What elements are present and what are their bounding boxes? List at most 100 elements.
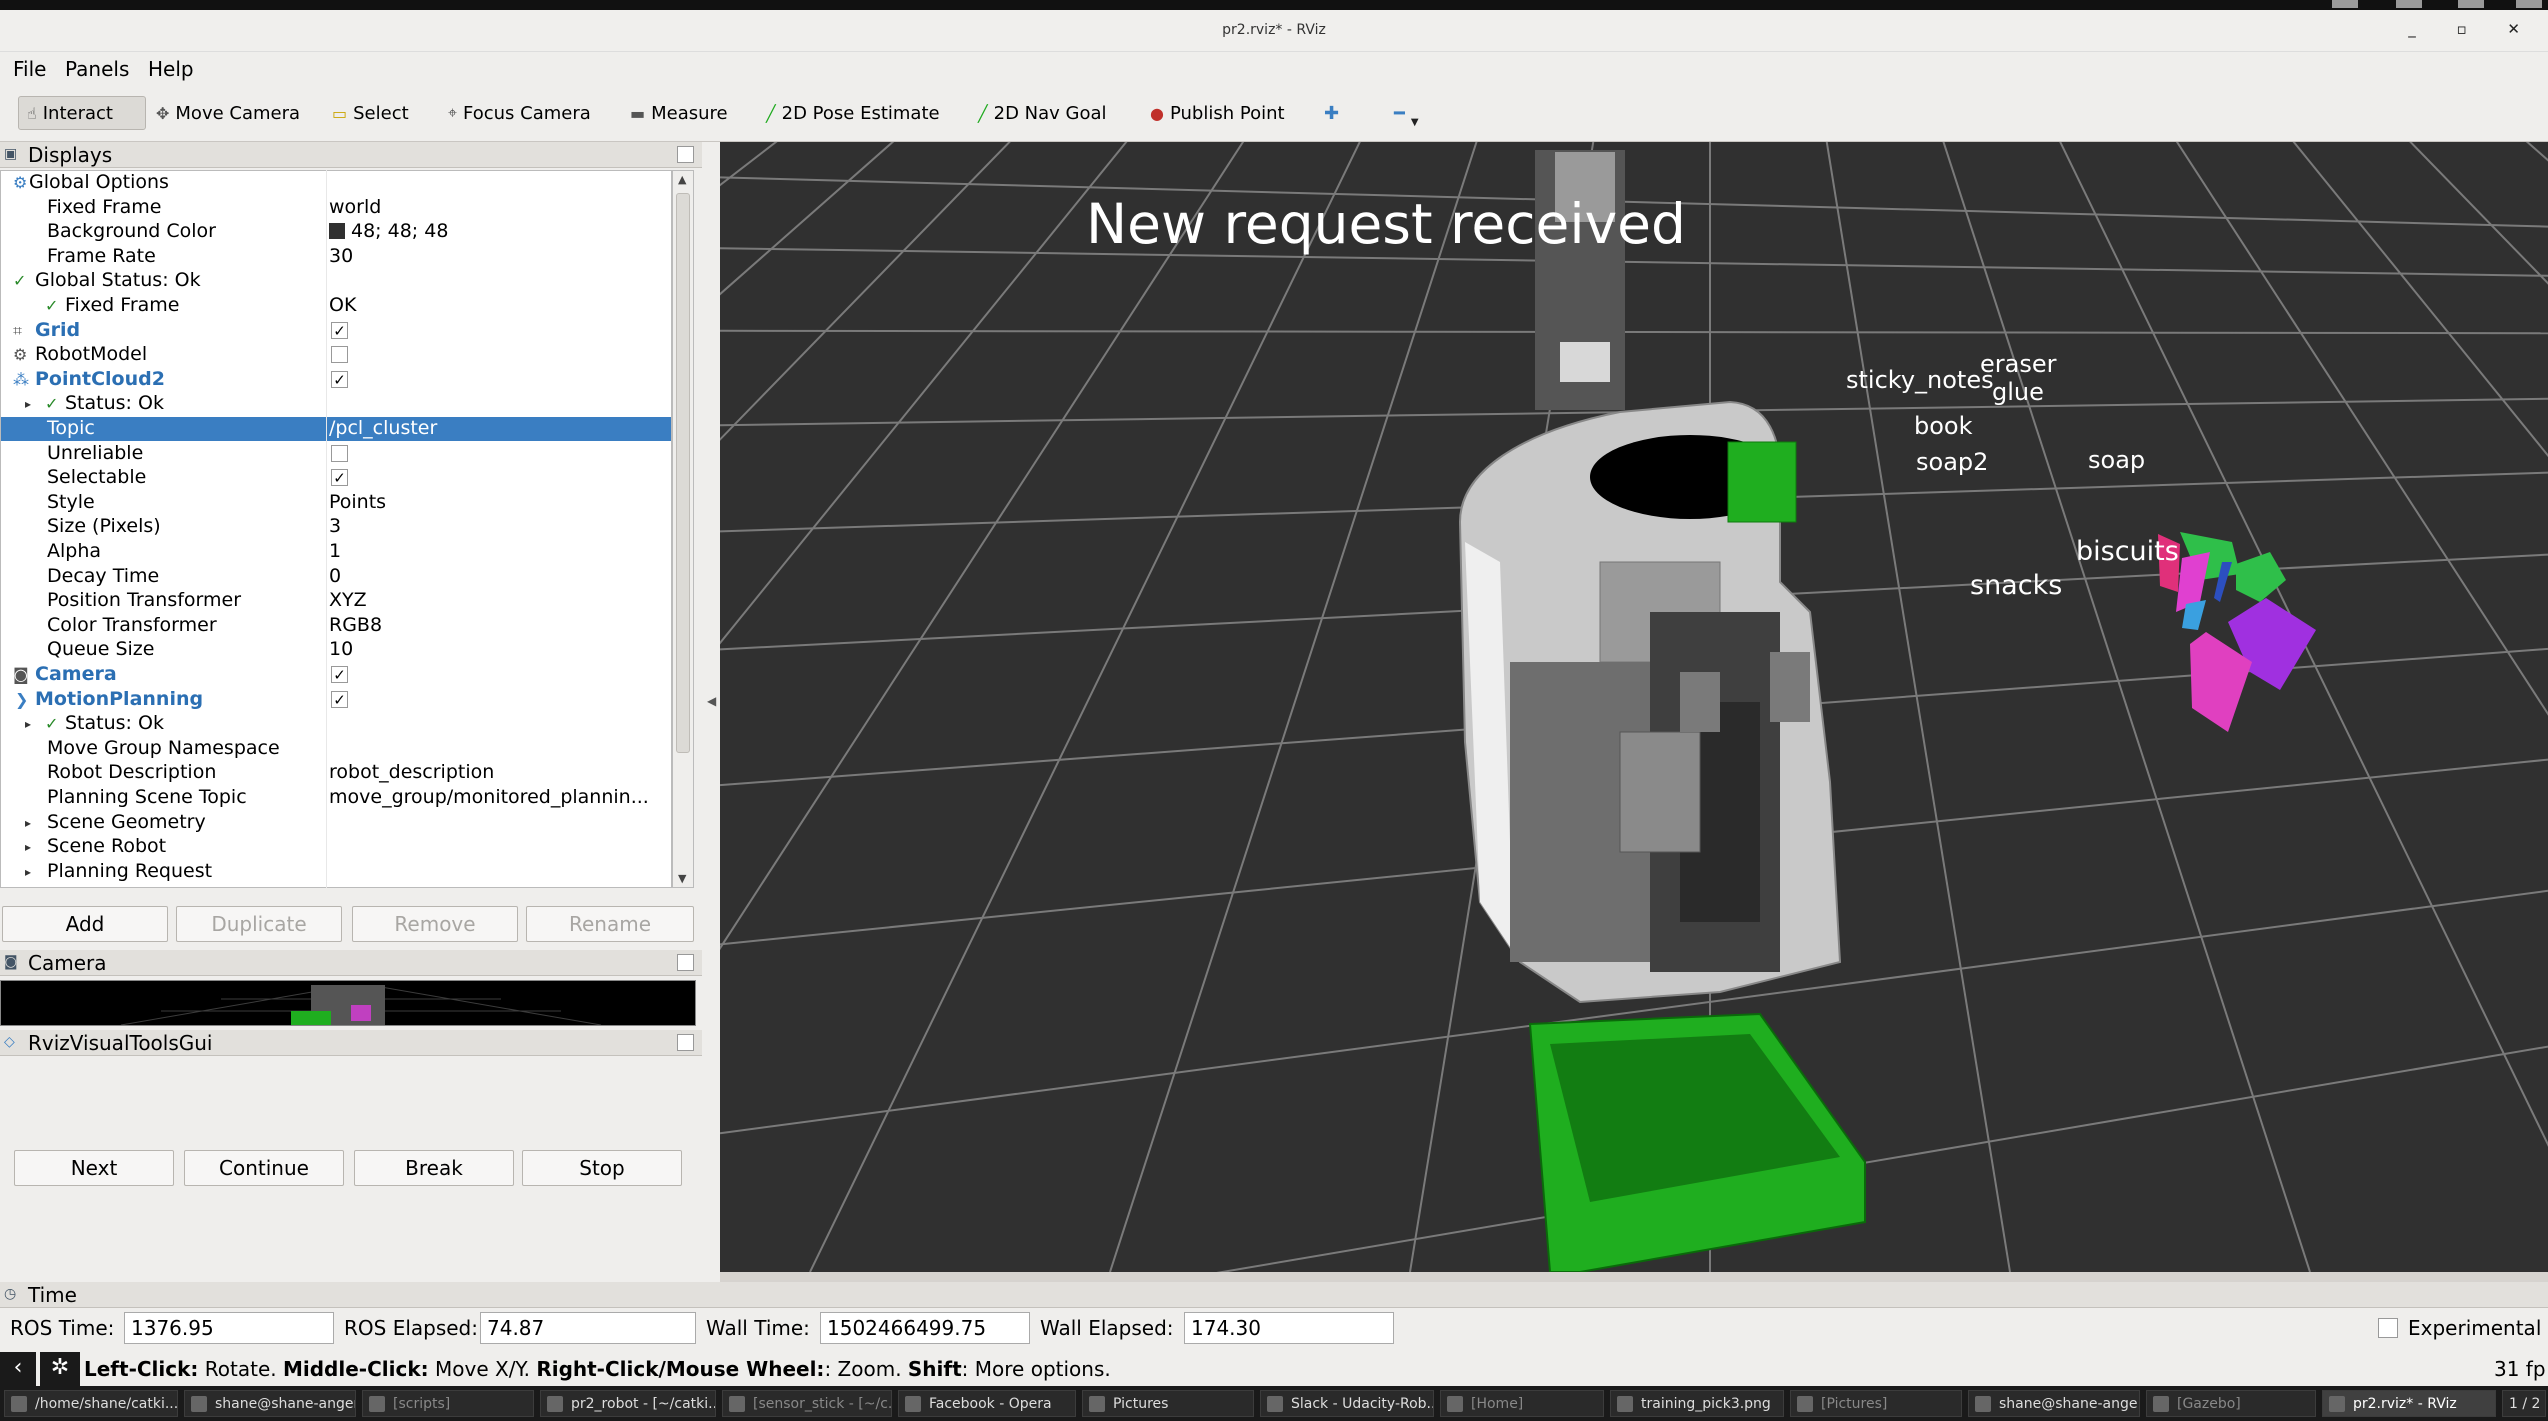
- experimental-checkbox[interactable]: [2378, 1318, 2398, 1338]
- display-checkbox[interactable]: [331, 444, 348, 462]
- display-row[interactable]: ◙ Camera ✓: [1, 663, 671, 687]
- taskbar-item[interactable]: Facebook - Opera: [898, 1390, 1076, 1417]
- display-row[interactable]: ⚙ Global Options: [1, 171, 671, 195]
- interact-tool[interactable]: ☝ Interact: [18, 96, 146, 130]
- display-row[interactable]: Color Transformer RGB8: [1, 614, 671, 638]
- display-row-value[interactable]: 30: [329, 245, 353, 267]
- taskbar-item[interactable]: pr2_robot - [~/catki...: [540, 1390, 716, 1417]
- expand-arrow-icon[interactable]: ▸: [25, 717, 31, 731]
- taskbar-item[interactable]: Slack - Udacity-Rob...: [1260, 1390, 1434, 1417]
- display-row-value[interactable]: 3: [329, 515, 341, 537]
- display-row[interactable]: ▸ ✓ Status: Ok: [1, 712, 671, 736]
- stop-button[interactable]: Stop: [522, 1150, 682, 1186]
- wall-time-field[interactable]: 1502466499.75: [820, 1312, 1030, 1344]
- collapse-arrow-icon[interactable]: ◀: [707, 694, 716, 708]
- taskbar-item[interactable]: pr2.rviz* - RViz: [2322, 1390, 2496, 1417]
- continue-button[interactable]: Continue: [184, 1150, 344, 1186]
- duplicate-display-button[interactable]: Duplicate: [176, 906, 342, 942]
- display-row[interactable]: Decay Time 0: [1, 565, 671, 589]
- display-row[interactable]: ⁂ PointCloud2 ✓: [1, 368, 671, 392]
- back-icon[interactable]: ‹: [0, 1352, 36, 1386]
- taskbar-item[interactable]: [scripts]: [362, 1390, 534, 1417]
- display-row[interactable]: Move Group Namespace: [1, 737, 671, 761]
- panel-splitter[interactable]: ◀: [702, 142, 720, 1282]
- display-checkbox[interactable]: ✓: [331, 370, 348, 388]
- display-row[interactable]: Frame Rate 30: [1, 245, 671, 269]
- scroll-down-icon[interactable]: ▼: [678, 872, 686, 885]
- next-button[interactable]: Next: [14, 1150, 174, 1186]
- pose-estimate-tool[interactable]: ╱ 2D Pose Estimate: [758, 96, 948, 130]
- display-row[interactable]: Selectable ✓: [1, 466, 671, 490]
- display-row[interactable]: Robot Description robot_description: [1, 761, 671, 785]
- expand-arrow-icon[interactable]: ▸: [25, 816, 31, 830]
- display-row[interactable]: ▸ Scene Geometry: [1, 811, 671, 835]
- taskbar-item[interactable]: [Pictures]: [1790, 1390, 1962, 1417]
- menu-panels[interactable]: Panels: [65, 57, 129, 81]
- display-row-value[interactable]: 48; 48; 48: [329, 220, 448, 242]
- display-row-value[interactable]: robot_description: [329, 761, 494, 783]
- taskbar-item[interactable]: [Gazebo]: [2146, 1390, 2316, 1417]
- move-camera-tool[interactable]: ✥ Move Camera: [148, 96, 308, 130]
- menu-help[interactable]: Help: [148, 57, 194, 81]
- display-checkbox[interactable]: [331, 346, 348, 364]
- display-row[interactable]: Size (Pixels) 3: [1, 515, 671, 539]
- display-row[interactable]: ⌗ Grid ✓: [1, 319, 671, 343]
- display-row[interactable]: Background Color 48; 48; 48: [1, 220, 671, 244]
- display-row[interactable]: ✓ Fixed Frame OK: [1, 294, 671, 318]
- taskbar-item[interactable]: /home/shane/catki...: [4, 1390, 178, 1417]
- menu-file[interactable]: File: [13, 57, 46, 81]
- display-row-value[interactable]: move_group/monitored_plannin...: [329, 786, 649, 808]
- display-row[interactable]: ▸ Planning Request: [1, 860, 671, 884]
- measure-tool[interactable]: ▬ Measure: [622, 96, 736, 130]
- display-checkbox[interactable]: ✓: [331, 690, 348, 708]
- 3d-viewport[interactable]: New request received sticky_notes eraser…: [720, 142, 2548, 1272]
- taskbar-item[interactable]: [sensor_stick - [~/c...: [722, 1390, 892, 1417]
- ros-time-field[interactable]: 1376.95: [124, 1312, 334, 1344]
- expand-arrow-icon[interactable]: ▸: [25, 397, 31, 411]
- taskbar-item[interactable]: 1 / 2: [2502, 1390, 2546, 1417]
- taskbar-item[interactable]: training_pick3.png: [1610, 1390, 1784, 1417]
- display-row-value[interactable]: Points: [329, 491, 386, 513]
- display-row[interactable]: ✓ Global Status: Ok: [1, 269, 671, 293]
- color-swatch[interactable]: [329, 223, 345, 240]
- window-titlebar[interactable]: pr2.rviz* - RViz _ ▫ ✕: [0, 10, 2548, 52]
- display-row[interactable]: Planning Scene Topic move_group/monitored…: [1, 786, 671, 810]
- display-checkbox[interactable]: ✓: [331, 321, 348, 339]
- display-row[interactable]: ▸Planning Metrics: [1, 884, 671, 887]
- expand-arrow-icon[interactable]: ▸: [25, 840, 31, 854]
- undock-button[interactable]: [677, 146, 694, 163]
- add-tool-button[interactable]: ✚: [1316, 96, 1347, 130]
- tree-scrollbar[interactable]: ▲ ▼: [672, 170, 694, 888]
- window-controls[interactable]: _ ▫ ✕: [2408, 20, 2538, 38]
- rename-display-button[interactable]: Rename: [526, 906, 694, 942]
- display-row[interactable]: Unreliable: [1, 442, 671, 466]
- display-row[interactable]: ▸ ✓ Status: Ok: [1, 392, 671, 416]
- expand-arrow-icon[interactable]: ▸: [25, 865, 31, 879]
- break-button[interactable]: Break: [354, 1150, 514, 1186]
- display-row[interactable]: Style Points: [1, 491, 671, 515]
- display-row-value[interactable]: RGB8: [329, 614, 382, 636]
- wall-elapsed-field[interactable]: 174.30: [1184, 1312, 1394, 1344]
- select-tool[interactable]: ▭ Select: [324, 96, 417, 130]
- display-row-value[interactable]: 0: [329, 565, 341, 587]
- display-row-value[interactable]: world: [329, 196, 381, 218]
- focus-camera-tool[interactable]: ⌖ Focus Camera: [440, 96, 599, 130]
- display-row-value[interactable]: 10: [329, 638, 353, 660]
- ros-elapsed-field[interactable]: 74.87: [480, 1312, 696, 1344]
- display-row-value[interactable]: XYZ: [329, 589, 367, 611]
- taskbar-item[interactable]: shane@shane-ange...: [1968, 1390, 2140, 1417]
- taskbar-item[interactable]: shane@shane-anger...: [184, 1390, 356, 1417]
- taskbar-item[interactable]: Pictures: [1082, 1390, 1254, 1417]
- display-row-value[interactable]: 1: [329, 540, 341, 562]
- display-checkbox[interactable]: ✓: [331, 469, 348, 487]
- undock-button[interactable]: [677, 954, 694, 971]
- publish-point-tool[interactable]: ● Publish Point: [1142, 96, 1293, 130]
- remove-display-button[interactable]: Remove: [352, 906, 518, 942]
- gear-icon[interactable]: ✲: [40, 1352, 80, 1386]
- display-row[interactable]: Fixed Frame world: [1, 196, 671, 220]
- display-row[interactable]: Queue Size 10: [1, 638, 671, 662]
- scroll-up-icon[interactable]: ▲: [678, 173, 686, 186]
- display-row[interactable]: Topic/pcl_cluster: [1, 417, 671, 441]
- display-row-value[interactable]: OK: [329, 294, 356, 316]
- display-row[interactable]: Position Transformer XYZ: [1, 589, 671, 613]
